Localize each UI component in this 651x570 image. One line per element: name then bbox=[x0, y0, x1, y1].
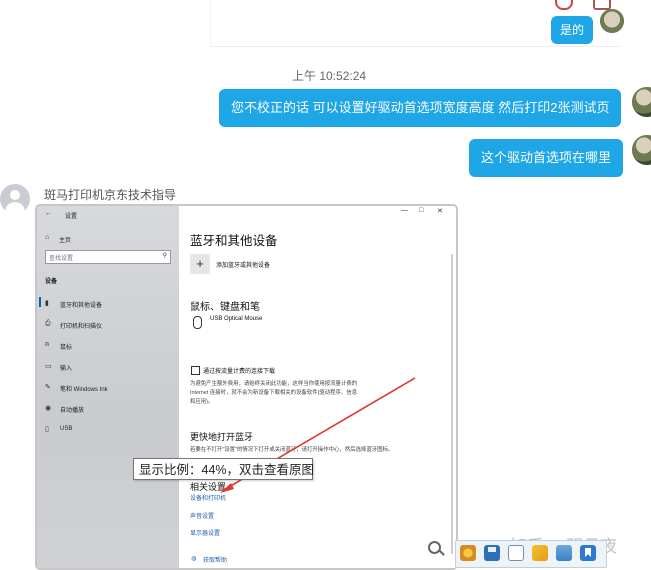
user-avatar[interactable] bbox=[632, 87, 651, 117]
image-toolbar bbox=[455, 540, 607, 568]
message-bubble-outgoing[interactable]: 这个驱动首选项在哪里 bbox=[469, 139, 624, 177]
top-cropped-icons bbox=[555, 0, 615, 10]
image-message[interactable]: ← 设置 ⌂ 主页 查找设置 ⚲ 设备 ▮ 蓝牙和其他设备 ⎙ 打印机和扫描仪 … bbox=[35, 204, 458, 570]
document-icon[interactable] bbox=[508, 545, 524, 561]
image-icon[interactable] bbox=[556, 545, 572, 561]
message-timestamp: 上午 10:52:24 bbox=[292, 69, 367, 83]
bookmark-icon[interactable] bbox=[580, 545, 596, 561]
sender-name: 斑马打印机京东技术指导 bbox=[44, 188, 177, 202]
message-bubble-reply[interactable]: 是的 bbox=[551, 16, 594, 44]
magic-wand-icon[interactable] bbox=[532, 545, 548, 561]
user-avatar[interactable] bbox=[600, 9, 624, 33]
palette-icon[interactable] bbox=[460, 545, 476, 561]
zoom-tooltip: 显示比例：44%，双击查看原图 bbox=[133, 458, 314, 480]
annotation-arrow bbox=[220, 377, 416, 493]
sender-avatar[interactable] bbox=[0, 184, 30, 214]
zoom-in-icon[interactable] bbox=[428, 541, 445, 556]
user-avatar[interactable] bbox=[632, 135, 651, 165]
save-icon[interactable] bbox=[484, 545, 500, 561]
message-bubble-outgoing[interactable]: 您不校正的话 可以设置好驱动首选项宽度高度 然后打印2张测试页 bbox=[219, 89, 622, 127]
